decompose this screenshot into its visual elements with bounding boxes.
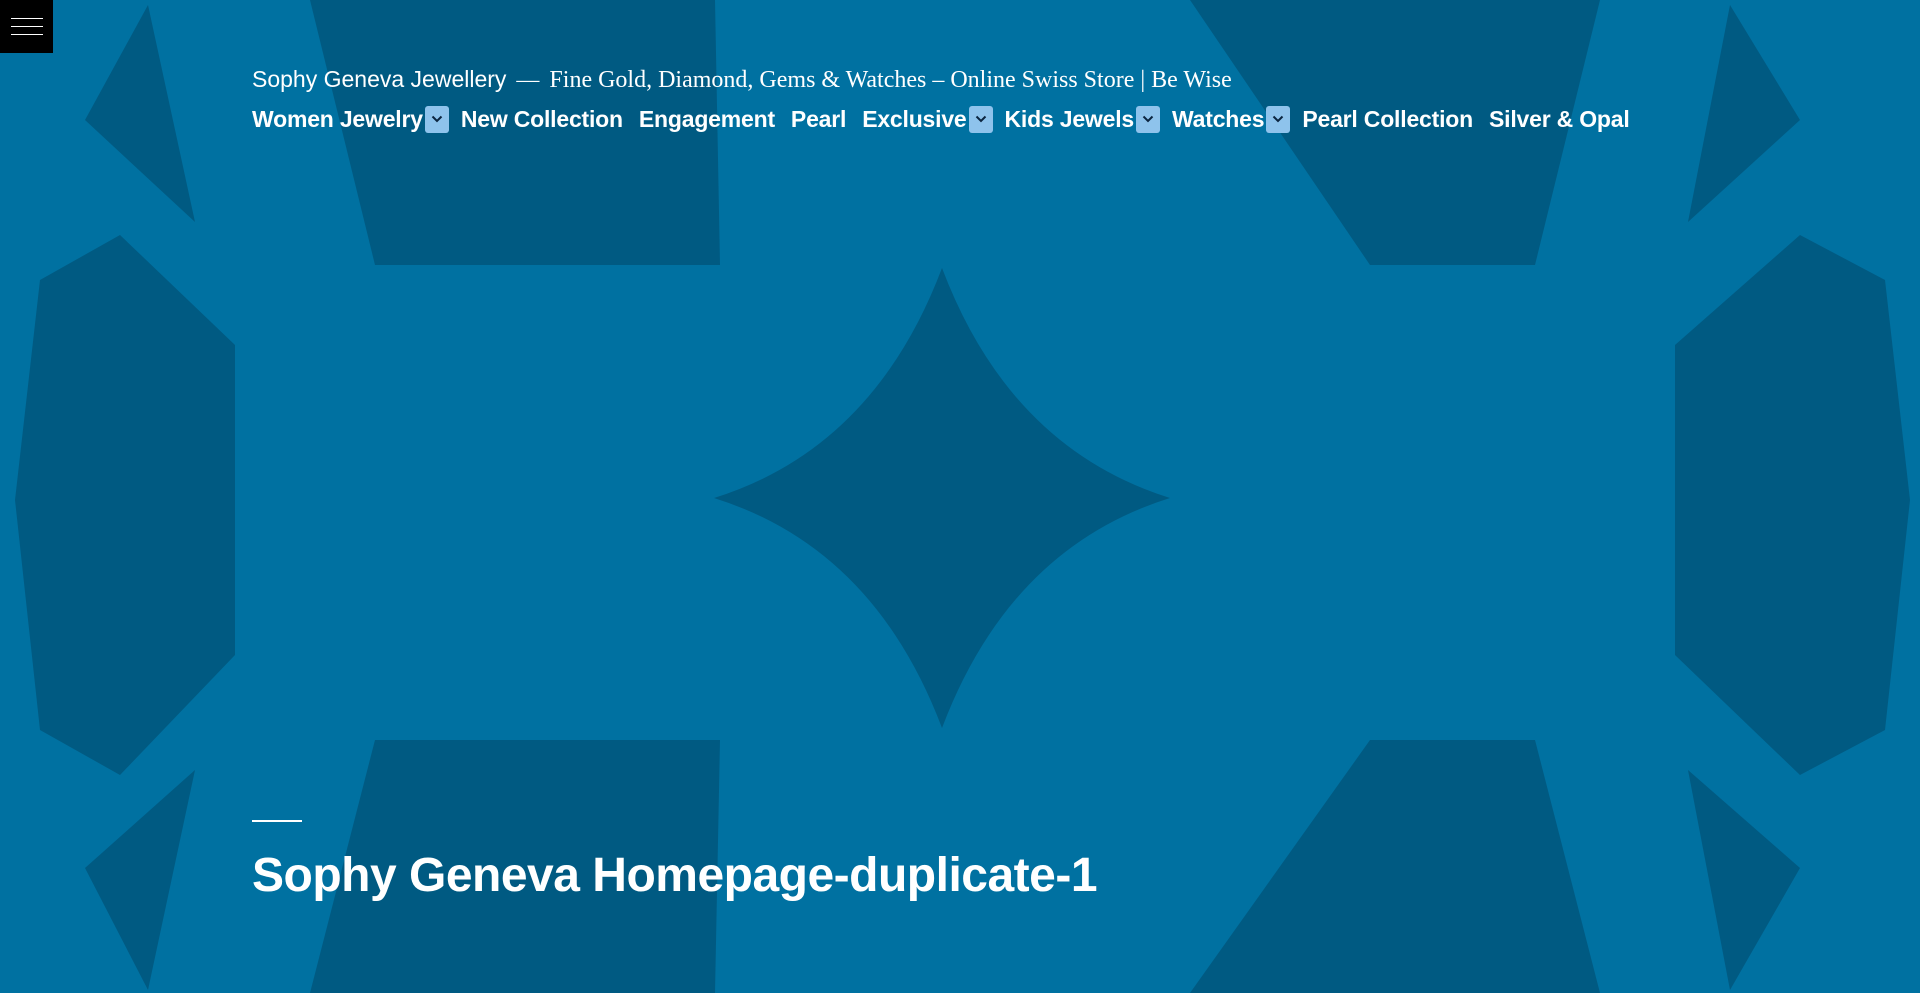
site-description: Fine Gold, Diamond, Gems & Watches – Onl…: [549, 67, 1232, 93]
site-header: Sophy Geneva Jewellery — Fine Gold, Diam…: [252, 66, 1646, 137]
hamburger-menu-icon-bar: [10, 26, 43, 27]
chevron-down-icon: [1142, 115, 1154, 123]
nav-link-kids-jewels[interactable]: Kids Jewels: [1005, 106, 1135, 133]
primary-navigation: Women Jewelry New Collection Engagement …: [252, 101, 1646, 137]
chevron-down-icon: [431, 115, 443, 123]
nav-item-new-collection: New Collection: [461, 106, 623, 133]
nav-link-exclusive[interactable]: Exclusive: [862, 106, 967, 133]
chevron-down-icon: [1273, 115, 1284, 123]
nav-item-women-jewelry: Women Jewelry: [252, 105, 449, 133]
nav-item-kids-jewels: Kids Jewels: [1005, 105, 1160, 133]
site-title-link[interactable]: Sophy Geneva Jewellery: [252, 66, 506, 93]
hamburger-menu-icon-bar: [10, 34, 43, 35]
nav-link-new-collection[interactable]: New Collection: [461, 106, 623, 133]
page-title: Sophy Geneva Homepage-duplicate-1: [252, 849, 1098, 902]
nav-link-pearl[interactable]: Pearl: [791, 106, 846, 133]
nav-item-watches: Watches: [1172, 105, 1291, 133]
title-separator: —: [516, 67, 540, 92]
submenu-toggle-watches[interactable]: [1266, 105, 1291, 133]
submenu-toggle-exclusive[interactable]: [968, 105, 993, 133]
nav-link-pearl-collection[interactable]: Pearl Collection: [1302, 106, 1473, 133]
submenu-toggle-women-jewelry[interactable]: [424, 105, 449, 133]
menu-toggle-button[interactable]: [0, 0, 53, 53]
title-divider: [252, 820, 302, 822]
chevron-down-icon: [975, 115, 986, 123]
nav-item-engagement: Engagement: [639, 106, 775, 133]
nav-item-silver-opal: Silver & Opal: [1489, 106, 1630, 133]
submenu-toggle-kids-jewels[interactable]: [1136, 105, 1160, 133]
nav-item-pearl-collection: Pearl Collection: [1302, 106, 1473, 133]
entry-header: Sophy Geneva Homepage-duplicate-1: [252, 820, 1098, 904]
nav-link-silver-opal[interactable]: Silver & Opal: [1489, 106, 1630, 133]
nav-link-watches[interactable]: Watches: [1172, 106, 1265, 133]
nav-item-exclusive: Exclusive: [862, 105, 993, 133]
nav-link-engagement[interactable]: Engagement: [639, 106, 775, 133]
hamburger-menu-icon: [10, 18, 43, 19]
nav-item-pearl: Pearl: [791, 106, 846, 133]
nav-link-women-jewelry[interactable]: Women Jewelry: [252, 106, 423, 133]
site-branding: Sophy Geneva Jewellery — Fine Gold, Diam…: [252, 66, 1646, 96]
